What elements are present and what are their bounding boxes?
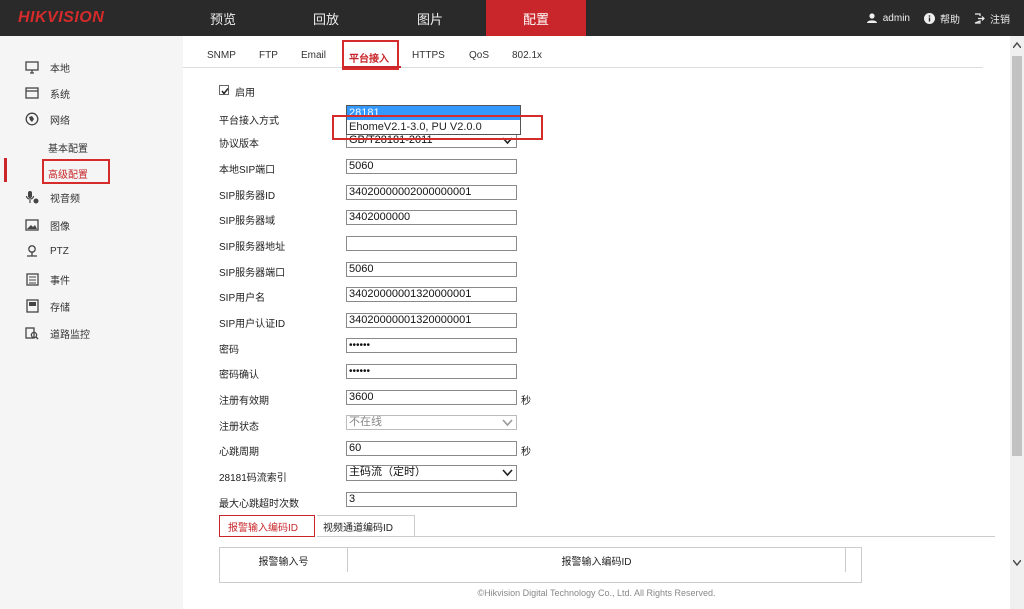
tab-email[interactable]: Email	[301, 50, 326, 61]
logo: HIKVISION	[18, 9, 105, 26]
chevron-down-icon	[502, 419, 513, 427]
label-password-confirm: 密码确认	[219, 370, 259, 381]
scroll-down-icon[interactable]	[1013, 560, 1021, 566]
scrollbar-thumb[interactable]	[1012, 56, 1022, 456]
column-header-alarm-input-no: 报警输入号	[220, 548, 348, 572]
ptz-icon	[24, 243, 40, 259]
label-protocol-version: 协议版本	[219, 139, 259, 150]
stream-index-select[interactable]: 主码流（定时）	[346, 465, 517, 481]
image-icon	[24, 217, 40, 233]
scrollbar[interactable]	[1010, 36, 1024, 609]
heartbeat-period-input[interactable]: 60	[346, 441, 517, 456]
alarm-input-table: 报警输入号 报警输入编码ID	[219, 547, 862, 583]
label-stream-index: 28181码流索引	[219, 473, 287, 484]
tab-snmp[interactable]: SNMP	[207, 50, 236, 61]
sip-server-id-input[interactable]: 34020000002000000001	[346, 185, 517, 200]
password-confirm-input[interactable]: ••••••	[346, 364, 517, 379]
mic-camera-icon	[24, 189, 40, 205]
storage-icon	[24, 298, 40, 314]
main-panel: SNMP FTP Email 平台接入 HTTPS QoS 802.1x 启用 …	[183, 36, 1010, 609]
monitor-icon	[24, 59, 40, 75]
register-status-select: 不在线	[346, 415, 517, 430]
label-sip-username: SIP用户名	[219, 293, 266, 304]
label-password: 密码	[219, 345, 239, 356]
sidebar-sub-basic[interactable]: 基本配置	[48, 140, 88, 155]
label-register-validity: 注册有效期	[219, 396, 269, 407]
chevron-down-icon	[502, 469, 513, 477]
user-icon	[866, 13, 877, 23]
logout-icon	[974, 12, 985, 24]
subtab-video-channel-id[interactable]: 视频通道编码ID	[317, 515, 415, 537]
label-sip-server-address: SIP服务器地址	[219, 242, 286, 253]
footer: ©Hikvision Digital Technology Co., Ltd. …	[183, 583, 1010, 609]
sidebar-item-network[interactable]: 网络	[0, 108, 183, 130]
unit-seconds-2: 秒	[521, 447, 531, 458]
subtab-alarm-input-id[interactable]: 报警输入编码ID	[219, 515, 315, 537]
sip-server-address-input[interactable]	[346, 236, 517, 251]
enable-label: 启用	[235, 88, 255, 99]
sip-server-domain-input[interactable]: 3402000000	[346, 210, 517, 225]
info-icon	[924, 12, 935, 24]
tab-ftp[interactable]: FTP	[259, 50, 278, 61]
sidebar-item-image[interactable]: 图像	[0, 214, 183, 236]
sidebar-item-road-monitor[interactable]: 道路监控	[0, 322, 183, 344]
sip-username-input[interactable]: 34020000001320000001	[346, 287, 517, 302]
sip-auth-id-input[interactable]: 34020000001320000001	[346, 313, 517, 328]
label-max-heartbeat-timeout: 最大心跳超时次数	[219, 499, 299, 510]
dropdown-highlight-box	[332, 115, 543, 140]
local-sip-port-input[interactable]: 5060	[346, 159, 517, 174]
register-validity-input[interactable]: 3600	[346, 390, 517, 405]
label-local-sip-port: 本地SIP端口	[219, 165, 276, 176]
label-sip-server-domain: SIP服务器域	[219, 216, 276, 227]
nav-playback[interactable]: 回放	[286, 0, 366, 36]
tab-8021x[interactable]: 802.1x	[512, 50, 542, 61]
scroll-up-icon[interactable]	[1013, 42, 1021, 48]
sip-server-port-input[interactable]: 5060	[346, 262, 517, 277]
sidebar-item-ptz[interactable]: PTZ	[0, 240, 183, 262]
enable-checkbox[interactable]	[219, 85, 229, 95]
unit-seconds: 秒	[521, 396, 531, 407]
tab-qos[interactable]: QoS	[469, 50, 489, 61]
globe-icon	[24, 111, 40, 127]
tab-bar: SNMP FTP Email 平台接入 HTTPS QoS 802.1x	[183, 36, 983, 68]
sidebar-item-system[interactable]: 系统	[0, 82, 183, 104]
tab-highlight-box	[342, 40, 399, 70]
nav-configuration[interactable]: 配置	[486, 0, 586, 36]
password-input[interactable]: ••••••	[346, 338, 517, 353]
label-sip-server-port: SIP服务器端口	[219, 268, 286, 279]
sidebar-item-video-audio[interactable]: 视音频	[0, 186, 183, 208]
user-menu[interactable]: admin	[866, 12, 910, 24]
label-access-mode: 平台接入方式	[219, 116, 279, 127]
logout-button[interactable]: 注销	[974, 11, 1010, 26]
calendar-icon	[24, 271, 40, 287]
nav-preview[interactable]: 预览	[183, 0, 263, 36]
label-heartbeat-period: 心跳周期	[219, 447, 259, 458]
help-button[interactable]: 帮助	[924, 11, 960, 26]
road-monitor-icon	[24, 325, 40, 341]
label-sip-server-id: SIP服务器ID	[219, 191, 276, 202]
system-icon	[24, 85, 40, 101]
sidebar: 本地 系统 网络 基本配置 高级配置 视音频 图像 PTZ 事件 存储 道路监控	[0, 36, 183, 609]
sidebar-item-event[interactable]: 事件	[0, 268, 183, 290]
highlight-box	[42, 159, 110, 184]
checkmark-icon	[221, 88, 229, 95]
sidebar-item-local[interactable]: 本地	[0, 56, 183, 78]
label-register-status: 注册状态	[219, 422, 259, 433]
nav-picture[interactable]: 图片	[390, 0, 470, 36]
label-sip-auth-id: SIP用户认证ID	[219, 319, 286, 330]
active-indicator	[4, 158, 7, 182]
tab-https[interactable]: HTTPS	[412, 50, 445, 61]
username: admin	[882, 12, 910, 24]
max-heartbeat-timeout-input[interactable]: 3	[346, 492, 517, 507]
top-bar: HIKVISION 预览 回放 图片 配置 admin 帮助 注销	[0, 0, 1024, 36]
subtab-divider	[415, 536, 995, 537]
column-header-alarm-input-id: 报警输入编码ID	[348, 548, 846, 572]
sidebar-item-storage[interactable]: 存储	[0, 295, 183, 317]
